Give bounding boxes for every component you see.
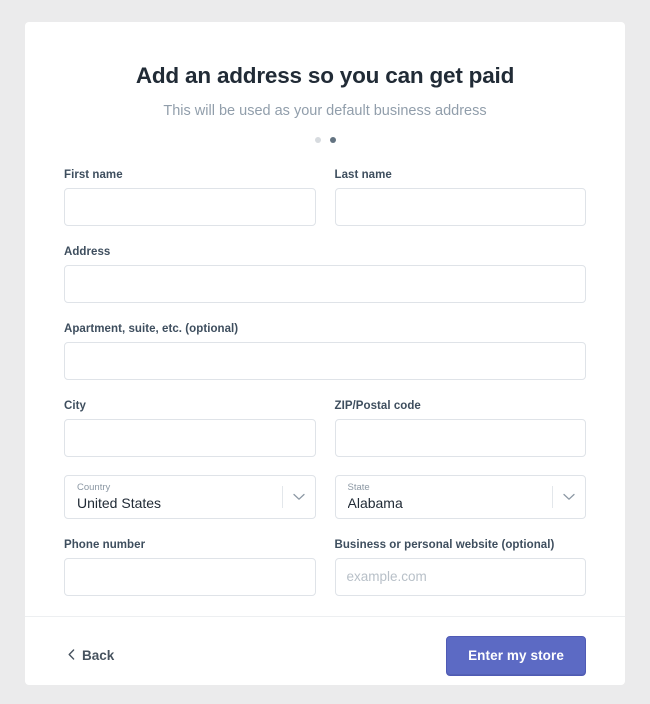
field-address: Address [64,246,586,303]
field-country: Country United States [64,474,316,519]
last-name-input[interactable] [334,187,586,226]
zip-input[interactable] [334,418,586,457]
apartment-input[interactable] [64,341,586,380]
field-apartment: Apartment, suite, etc. (optional) [64,323,586,380]
first-name-input[interactable] [64,187,316,226]
field-last-name: Last name [334,168,586,226]
field-zip: ZIP/Postal code [334,399,586,457]
country-select-label: Country [77,482,111,494]
state-select[interactable]: State Alabama [334,474,586,519]
country-select-value: United States [77,495,162,512]
back-button[interactable]: Back [64,642,118,669]
phone-input[interactable] [64,557,316,596]
country-state-row: Country United States State Alabama [64,474,586,519]
page-title: Add an address so you can get paid [135,63,515,88]
website-input[interactable] [334,557,586,596]
address-row: Address [64,246,586,303]
website-label: Business or personal website (optional) [334,538,555,551]
name-row: First name Last name [64,169,586,226]
city-zip-row: City ZIP/Postal code [64,400,586,457]
state-select-label: State [347,482,370,494]
back-button-label: Back [82,648,115,664]
field-state: State Alabama [334,474,586,519]
step-dot-1[interactable] [314,136,321,143]
page-subtitle: This will be used as your default busine… [163,103,487,120]
phone-label: Phone number [64,538,146,551]
apartment-label: Apartment, suite, etc. (optional) [64,322,239,335]
card-footer: Back Enter my store [25,615,625,695]
first-name-label: First name [64,168,123,181]
address-label: Address [64,245,111,258]
field-website: Business or personal website (optional) [334,538,586,596]
chevron-left-icon [68,648,75,663]
address-input[interactable] [64,264,586,303]
last-name-label: Last name [334,168,392,181]
field-city: City [64,400,316,457]
address-form: First name Last name Address Apartment, … [64,143,586,596]
field-phone: Phone number [64,539,316,596]
zip-label: ZIP/Postal code [334,399,421,412]
city-input[interactable] [64,418,316,457]
apartment-row: Apartment, suite, etc. (optional) [64,323,586,380]
card-body: Add an address so you can get paid This … [25,22,625,616]
step-indicator [64,121,586,143]
city-label: City [64,399,86,412]
country-select-text: Country United States [77,482,282,512]
page-root: Add an address so you can get paid This … [0,0,650,704]
step-dot-2[interactable] [329,136,336,143]
state-select-text: State Alabama [348,482,553,512]
onboarding-card: Add an address so you can get paid This … [25,22,625,685]
state-select-value: Alabama [347,495,403,512]
phone-website-row: Phone number Business or personal websit… [64,539,586,596]
country-select[interactable]: Country United States [64,474,316,519]
chevron-down-icon [553,493,585,501]
field-first-name: First name [64,169,316,226]
chevron-down-icon [283,493,315,501]
submit-button[interactable]: Enter my store [446,635,586,676]
